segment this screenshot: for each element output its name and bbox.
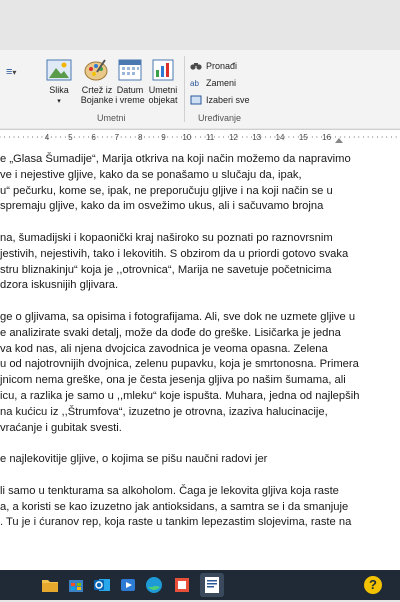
- ruler-label: 10: [182, 133, 191, 142]
- list-style-button[interactable]: ≡▾: [6, 66, 16, 78]
- select-all-button[interactable]: Izaberi sve: [190, 95, 250, 105]
- document-text-line: ve i nejestive gljive, kako da se ponaša…: [0, 168, 302, 181]
- document-text-line: va kod nas, ali njena dvojcica zavodnica…: [0, 342, 328, 355]
- help-icon[interactable]: ?: [364, 576, 382, 594]
- insert-object-label-2: objekat: [148, 95, 178, 105]
- date-time-label-1: Datum: [116, 85, 144, 95]
- binoculars-icon: [190, 63, 202, 70]
- ruler-label: 4: [45, 133, 50, 142]
- find-label: Pronađi: [206, 61, 238, 71]
- ruler-label: 5: [68, 133, 73, 142]
- document-text-line: spremaju gljive, kako da im osvežimo uku…: [0, 200, 324, 213]
- ruler-label: 6: [91, 133, 96, 142]
- insert-picture-button[interactable]: Slika ▾: [44, 58, 74, 107]
- replace-icon: ab: [190, 79, 199, 88]
- document-page[interactable]: e „Glasa Šumadije“, Marija otkriva na ko…: [0, 144, 400, 570]
- ruler-label: 9: [161, 133, 166, 142]
- ruler-label: 13: [252, 133, 261, 142]
- wordpad-icon: [205, 577, 219, 593]
- outlook-icon: [94, 579, 110, 591]
- document-text-line: icu, a razlika je samo u ,,mleku“ koje i…: [0, 390, 360, 402]
- document-text-line: jnicom nema greške, ona je česta jesenja…: [0, 374, 346, 387]
- document-text-line: a, a koristi se kao izuzetno jak antioks…: [0, 500, 349, 513]
- paint-palette-icon: [84, 59, 108, 81]
- ruler-label: 12: [229, 133, 238, 142]
- taskbar: ?: [0, 570, 400, 600]
- ruler[interactable]: 4 5 6 7 8 9 10 11 12 13 14 15 16: [0, 129, 400, 145]
- document-text-line: na kućicu iz ,,Štrumfova“, izuzetno je o…: [0, 405, 328, 418]
- outlook-taskbar-button[interactable]: [92, 575, 112, 595]
- ruler-label: 15: [299, 133, 308, 142]
- wordpad-taskbar-button[interactable]: [200, 573, 224, 597]
- group-label-insert: Umetni: [97, 113, 126, 123]
- ruler-label: 11: [206, 133, 215, 142]
- paint-drawing-label-1: Crtež iz: [81, 85, 113, 95]
- svg-text:ab: ab: [190, 79, 199, 88]
- select-all-label: Izaberi sve: [206, 95, 250, 105]
- document-text-line: u“ pečurku, kome se, ipak, ne preporučuj…: [0, 184, 333, 197]
- file-explorer-taskbar-button[interactable]: [40, 575, 60, 595]
- folder-icon: [42, 580, 58, 592]
- insert-object-label-1: Umetni: [148, 85, 178, 95]
- document-text-line: e „Glasa Šumadije“, Marija otkriva na ko…: [0, 153, 351, 165]
- group-label-editing: Uređivanje: [198, 113, 242, 123]
- document-text-line: jestivih, nejestivih, tako i lekovitih. …: [0, 247, 349, 260]
- ruler-scale: 4 5 6 7 8 9 10 11 12 13 14 15 16: [0, 133, 397, 143]
- insert-picture-dropdown-arrow: ▾: [57, 98, 61, 105]
- select-all-icon: [190, 95, 202, 105]
- office-taskbar-button[interactable]: [172, 575, 192, 595]
- document-text-line: ge o gljivama, sa opisima i fotografijam…: [0, 311, 356, 323]
- ruler-label: 16: [322, 133, 331, 142]
- ruler-label: 7: [115, 133, 120, 142]
- document-text-line: e analizirate svaki detalj, može da dođe…: [0, 326, 341, 339]
- insert-picture-label: Slika: [49, 85, 69, 95]
- insert-object-button[interactable]: Umetni objekat: [146, 58, 180, 105]
- replace-label: Zameni: [206, 78, 237, 88]
- edge-taskbar-button[interactable]: [144, 575, 164, 595]
- office-icon: [175, 578, 189, 592]
- document-text-line: e najlekovitije gljive, o kojima se pišu…: [0, 453, 268, 466]
- document-text-line: dzora iskusnijih gljivara.: [0, 279, 119, 292]
- list-dropdown-arrow: ▾: [12, 68, 17, 77]
- document-text-line: na, šumadijski i kopaonički kraj naširok…: [0, 232, 333, 244]
- document-text-line: li samo u tenkturama sa alkoholom. Čaga …: [0, 484, 339, 497]
- document-text-line: . Tu je i ćuranov rep, koja raste u tank…: [0, 516, 352, 529]
- ribbon-separator: [184, 56, 185, 122]
- date-time-button[interactable]: Datum i vreme: [114, 58, 146, 105]
- store-bag-icon: [69, 580, 83, 592]
- media-taskbar-button[interactable]: [118, 575, 138, 595]
- paint-drawing-label-2: Bojanke: [80, 95, 114, 105]
- find-button[interactable]: Pronađi: [190, 61, 237, 71]
- document-text-line: stru bliznakinju“ koja je ,,otrovnica“, …: [0, 263, 332, 276]
- replace-button[interactable]: ab Zameni: [190, 78, 236, 88]
- store-taskbar-button[interactable]: [66, 575, 86, 595]
- document-text-line: vraćanje i gubitak svesti.: [0, 421, 122, 434]
- ruler-label: 8: [138, 133, 143, 142]
- object-icon: [152, 59, 174, 81]
- document-text-line: u od najotrovnijih dvojnica, zelenu pupa…: [0, 358, 359, 371]
- picture-icon: [46, 59, 72, 81]
- date-time-label-2: i vreme: [115, 95, 145, 105]
- calendar-icon: [118, 59, 142, 81]
- media-icon: [121, 579, 135, 591]
- right-indent-marker[interactable]: [335, 138, 343, 143]
- paint-drawing-button[interactable]: Crtež iz Bojanke: [79, 58, 115, 105]
- ruler-label: 14: [276, 133, 285, 142]
- edge-icon: [146, 577, 162, 593]
